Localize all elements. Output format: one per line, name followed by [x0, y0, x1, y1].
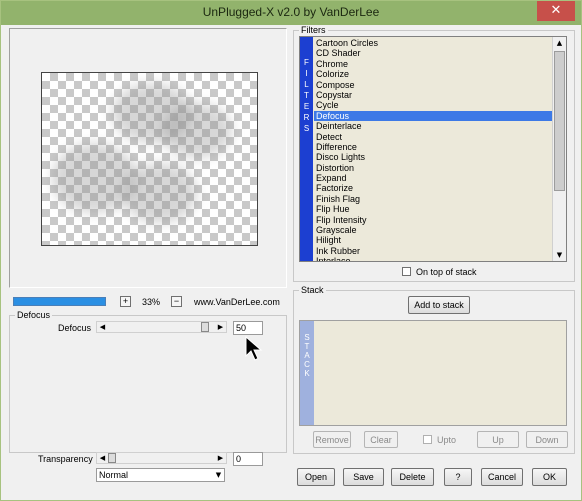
filter-item[interactable]: Finish Flag [314, 194, 552, 204]
filter-item[interactable]: Cycle [314, 100, 552, 110]
transparency-value-field[interactable]: 0 [233, 452, 263, 466]
filter-item[interactable]: Deinterlace [314, 121, 552, 131]
scroll-thumb[interactable] [554, 51, 565, 191]
filter-item[interactable]: Distortion [314, 163, 552, 173]
defocus-slider[interactable]: ◀ ▶ [96, 321, 227, 333]
filter-item[interactable]: Grayscale [314, 225, 552, 235]
add-to-stack-button[interactable]: Add to stack [408, 296, 470, 314]
delete-button[interactable]: Delete [391, 468, 434, 486]
save-button[interactable]: Save [343, 468, 384, 486]
close-button[interactable]: ✕ [537, 1, 575, 21]
website-link[interactable]: www.VanDerLee.com [194, 297, 280, 307]
filter-item[interactable]: Difference [314, 142, 552, 152]
stack-side-label: STACK [300, 321, 314, 425]
filter-items: Cartoon Circles CD Shader Chrome Colorize Co… [314, 38, 552, 261]
filters-list[interactable]: FILTERS Cartoon Circles CD Shader Chrome Co… [299, 36, 567, 262]
plugin-window: UnPlugged-X v2.0 by VanDerLee ✕ + 33% − … [0, 0, 582, 501]
upto-label: Upto [437, 435, 457, 445]
side-letter: T [304, 342, 310, 351]
remove-button[interactable]: Remove [313, 431, 351, 448]
chevron-down-icon[interactable]: ▼ [213, 469, 224, 481]
zoom-in-button[interactable]: + [120, 296, 131, 307]
filter-item[interactable]: Cartoon Circles [314, 38, 552, 48]
stack-group-title: Stack [299, 285, 326, 296]
side-letter: E [303, 102, 310, 111]
slider-thumb[interactable] [201, 322, 209, 332]
down-button[interactable]: Down [526, 431, 568, 448]
on-top-label: On top of stack [416, 267, 477, 277]
arrow-up-icon[interactable]: ▲ [553, 37, 566, 49]
preview-blob [162, 103, 232, 158]
side-letter: F [304, 58, 309, 67]
defocus-group-title: Defocus [15, 310, 53, 321]
upto-checkbox[interactable] [423, 435, 432, 444]
filter-item[interactable]: Detect [314, 132, 552, 142]
transparency-slider[interactable]: ◀ ▶ [96, 452, 227, 464]
arrow-right-icon[interactable]: ▶ [215, 453, 226, 463]
on-top-checkbox[interactable] [402, 267, 411, 276]
close-icon: ✕ [550, 3, 562, 18]
transparency-label: Transparency [38, 454, 93, 464]
filter-item[interactable]: Colorize [314, 69, 552, 79]
filter-item[interactable]: Flip Intensity [314, 215, 552, 225]
filter-item[interactable]: Chrome [314, 59, 552, 69]
side-letter: K [304, 369, 310, 378]
filter-item[interactable]: Copystar [314, 90, 552, 100]
arrow-left-icon[interactable]: ◀ [97, 322, 108, 332]
defocus-value-field[interactable]: 50 [233, 321, 263, 335]
filter-item[interactable]: Interlace [314, 256, 552, 261]
filter-item[interactable]: CD Shader [314, 48, 552, 58]
arrow-down-icon[interactable]: ▼ [553, 249, 566, 261]
slider-thumb[interactable] [108, 453, 116, 463]
filter-item[interactable]: Defocus [314, 110, 552, 122]
defocus-label: Defocus [58, 323, 92, 333]
mouse-cursor-icon [245, 336, 263, 361]
title-bar[interactable]: UnPlugged-X v2.0 by VanDerLee ✕ [1, 1, 581, 25]
side-letter: T [304, 91, 309, 100]
side-letter: I [305, 69, 308, 78]
side-letter: S [304, 333, 310, 342]
filter-item[interactable]: Hilight [314, 235, 552, 245]
filter-item[interactable]: Compose [314, 80, 552, 90]
side-letter: S [303, 124, 310, 133]
zoom-level: 33% [142, 297, 161, 307]
stack-list[interactable]: STACK [299, 320, 567, 426]
side-letter: R [303, 113, 310, 122]
filter-item[interactable]: Expand [314, 173, 552, 183]
open-button[interactable]: Open [297, 468, 335, 486]
clear-button[interactable]: Clear [364, 431, 398, 448]
blend-mode-select[interactable]: Normal ▼ [96, 468, 225, 482]
side-letter: A [304, 351, 310, 360]
cancel-button[interactable]: Cancel [481, 468, 523, 486]
help-button[interactable]: ? [444, 468, 472, 486]
arrow-left-icon[interactable]: ◀ [97, 453, 108, 463]
zoom-out-button[interactable]: − [171, 296, 182, 307]
up-button[interactable]: Up [477, 431, 519, 448]
filter-item[interactable]: Factorize [314, 183, 552, 193]
filters-group-title: Filters [299, 25, 328, 36]
side-letter: C [304, 360, 310, 369]
filter-item[interactable]: Flip Hue [314, 204, 552, 214]
filters-side-label: FILTERS [300, 37, 313, 261]
filter-item[interactable]: Ink Rubber [314, 246, 552, 256]
filter-item[interactable]: Disco Lights [314, 152, 552, 162]
arrow-right-icon[interactable]: ▶ [215, 322, 226, 332]
side-letter: L [304, 80, 309, 89]
progress-bar [13, 297, 106, 306]
preview-image[interactable] [41, 72, 258, 246]
filters-scrollbar[interactable]: ▲ ▼ [552, 37, 566, 261]
ok-button[interactable]: OK [532, 468, 567, 486]
blend-mode-value: Normal [99, 470, 129, 480]
preview-blob [122, 163, 197, 223]
window-title: UnPlugged-X v2.0 by VanDerLee [202, 5, 380, 19]
